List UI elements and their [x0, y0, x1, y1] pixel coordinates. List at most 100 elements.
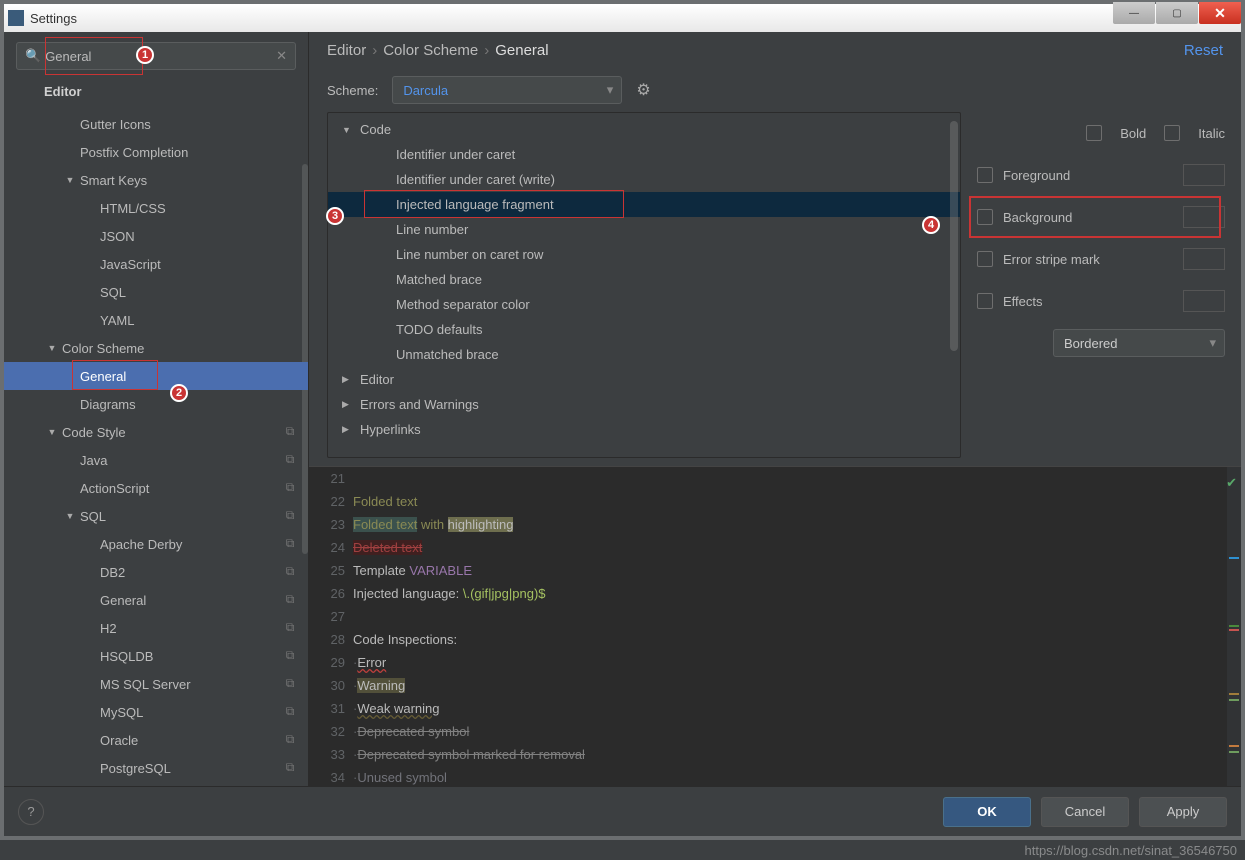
errorstripe-checkbox[interactable] — [977, 251, 993, 267]
callout-1: 1 — [136, 46, 154, 64]
sidebar-item[interactable]: YAML — [4, 306, 308, 334]
copy-icon[interactable]: ⧉ — [282, 676, 298, 692]
foreground-swatch[interactable] — [1183, 164, 1225, 186]
sidebar-item[interactable]: DB2⧉ — [4, 558, 308, 586]
copy-icon[interactable]: ⧉ — [282, 648, 298, 664]
sidebar-item[interactable]: General — [4, 362, 308, 390]
tree-scrollbar[interactable] — [950, 121, 958, 351]
foreground-checkbox[interactable] — [977, 167, 993, 183]
sidebar-item[interactable]: PostgreSQL⧉ — [4, 754, 308, 782]
sidebar-item[interactable]: ▼Color Scheme — [4, 334, 308, 362]
watermark: https://blog.csdn.net/sinat_36546750 — [1025, 843, 1238, 858]
sidebar-item[interactable]: Java⧉ — [4, 446, 308, 474]
effects-checkbox[interactable] — [977, 293, 993, 309]
tree-row[interactable]: ▶Hyperlinks — [328, 417, 960, 442]
sidebar-item[interactable]: Oracle⧉ — [4, 726, 308, 754]
copy-icon[interactable]: ⧉ — [282, 508, 298, 524]
sidebar-item[interactable]: JavaScript — [4, 250, 308, 278]
sidebar-item[interactable]: JSON — [4, 222, 308, 250]
close-button[interactable]: ✕ — [1199, 2, 1241, 24]
title-bar[interactable]: Settings — ▢ ✕ — [4, 4, 1241, 32]
marker-strip: ✔ — [1227, 467, 1241, 786]
copy-icon[interactable]: ⧉ — [282, 620, 298, 636]
apply-button[interactable]: Apply — [1139, 797, 1227, 827]
tree-row[interactable]: ▶Errors and Warnings — [328, 392, 960, 417]
maximize-button[interactable]: ▢ — [1156, 2, 1198, 24]
chevron-down-icon: ▼ — [64, 511, 76, 521]
sidebar-item[interactable]: Apache Derby⧉ — [4, 530, 308, 558]
effect-type-select[interactable]: Bordered — [1053, 329, 1225, 357]
sidebar-item[interactable]: MS SQL Server⧉ — [4, 670, 308, 698]
sidebar-item[interactable]: HTML/CSS — [4, 194, 308, 222]
tree-row[interactable]: Line number — [328, 217, 960, 242]
settings-sidebar: 🔍 General ✕ 1 Editor Gutter IconsPostfix… — [4, 32, 309, 786]
sidebar-item[interactable]: HSQLDB⧉ — [4, 642, 308, 670]
sidebar-header[interactable]: Editor — [4, 76, 308, 106]
copy-icon[interactable]: ⧉ — [282, 564, 298, 580]
effects-swatch[interactable] — [1183, 290, 1225, 312]
tree-row[interactable]: Matched brace — [328, 267, 960, 292]
tree-row[interactable]: Identifier under caret — [328, 142, 960, 167]
copy-icon[interactable]: ⧉ — [282, 592, 298, 608]
sidebar-item[interactable]: ▼Smart Keys — [4, 166, 308, 194]
sidebar-item[interactable]: SQL — [4, 278, 308, 306]
tree-row[interactable]: Unmatched brace — [328, 342, 960, 367]
chevron-icon: ▶ — [342, 424, 356, 435]
gutter: 2122232425262728293031323334 — [309, 467, 353, 786]
sidebar-item[interactable]: Diagrams — [4, 390, 308, 418]
minimize-button[interactable]: — — [1113, 2, 1155, 24]
sidebar-item[interactable]: ActionScript⧉ — [4, 474, 308, 502]
sidebar-tree[interactable]: Gutter IconsPostfix Completion▼Smart Key… — [4, 106, 308, 786]
search-value: General — [45, 49, 91, 64]
copy-icon[interactable]: ⧉ — [282, 424, 298, 440]
tree-row[interactable]: Method separator color — [328, 292, 960, 317]
sidebar-item[interactable]: Gutter Icons — [4, 110, 308, 138]
search-input[interactable]: 🔍 General ✕ — [16, 42, 296, 70]
tree-row[interactable]: Identifier under caret (write) — [328, 167, 960, 192]
breadcrumb: Editor› Color Scheme› General Reset — [309, 32, 1241, 68]
chevron-icon: ▶ — [342, 374, 356, 385]
sidebar-item[interactable]: General⧉ — [4, 586, 308, 614]
background-swatch[interactable] — [1183, 206, 1225, 228]
dialog-footer: ? OK Cancel Apply — [4, 786, 1241, 836]
scheme-select[interactable]: Darcula — [392, 76, 622, 104]
sidebar-item[interactable]: ▼SQL⧉ — [4, 502, 308, 530]
check-icon: ✔ — [1226, 471, 1237, 494]
copy-icon[interactable]: ⧉ — [282, 704, 298, 720]
italic-checkbox[interactable] — [1164, 125, 1180, 141]
chevron-down-icon: ▼ — [64, 175, 76, 185]
callout-3: 3 — [326, 207, 344, 225]
scheme-label: Scheme: — [327, 83, 378, 98]
clear-icon[interactable]: ✕ — [276, 48, 287, 64]
cancel-button[interactable]: Cancel — [1041, 797, 1129, 827]
sidebar-item[interactable]: ▼Code Style⧉ — [4, 418, 308, 446]
tree-row[interactable]: TODO defaults — [328, 317, 960, 342]
tree-row[interactable]: Line number on caret row — [328, 242, 960, 267]
background-checkbox[interactable] — [977, 209, 993, 225]
code-preview: Folded textFolded text with highlighting… — [353, 467, 1227, 786]
copy-icon[interactable]: ⧉ — [282, 536, 298, 552]
bold-checkbox[interactable] — [1086, 125, 1102, 141]
color-tree[interactable]: ▼CodeIdentifier under caretIdentifier un… — [327, 112, 961, 458]
sidebar-item[interactable]: Postfix Completion — [4, 138, 308, 166]
copy-icon[interactable]: ⧉ — [282, 760, 298, 776]
preview-panel: 2122232425262728293031323334 Folded text… — [309, 466, 1241, 786]
ok-button[interactable]: OK — [943, 797, 1031, 827]
tree-row[interactable]: ▶Editor — [328, 367, 960, 392]
chevron-down-icon: ▼ — [46, 427, 58, 437]
chevron-icon: ▶ — [342, 399, 356, 410]
tree-row[interactable]: ▼Code — [328, 117, 960, 142]
reset-link[interactable]: Reset — [1184, 42, 1223, 59]
chevron-icon: ▼ — [342, 125, 356, 135]
window-title: Settings — [30, 11, 77, 26]
tree-row[interactable]: Injected language fragment — [328, 192, 960, 217]
properties-panel: Bold Italic Foreground Background — [969, 112, 1241, 458]
sidebar-item[interactable]: MySQL⧉ — [4, 698, 308, 726]
help-button[interactable]: ? — [18, 799, 44, 825]
sidebar-item[interactable]: H2⧉ — [4, 614, 308, 642]
copy-icon[interactable]: ⧉ — [282, 480, 298, 496]
copy-icon[interactable]: ⧉ — [282, 732, 298, 748]
copy-icon[interactable]: ⧉ — [282, 452, 298, 468]
gear-icon[interactable]: ⚙ — [636, 80, 650, 100]
errorstripe-swatch[interactable] — [1183, 248, 1225, 270]
